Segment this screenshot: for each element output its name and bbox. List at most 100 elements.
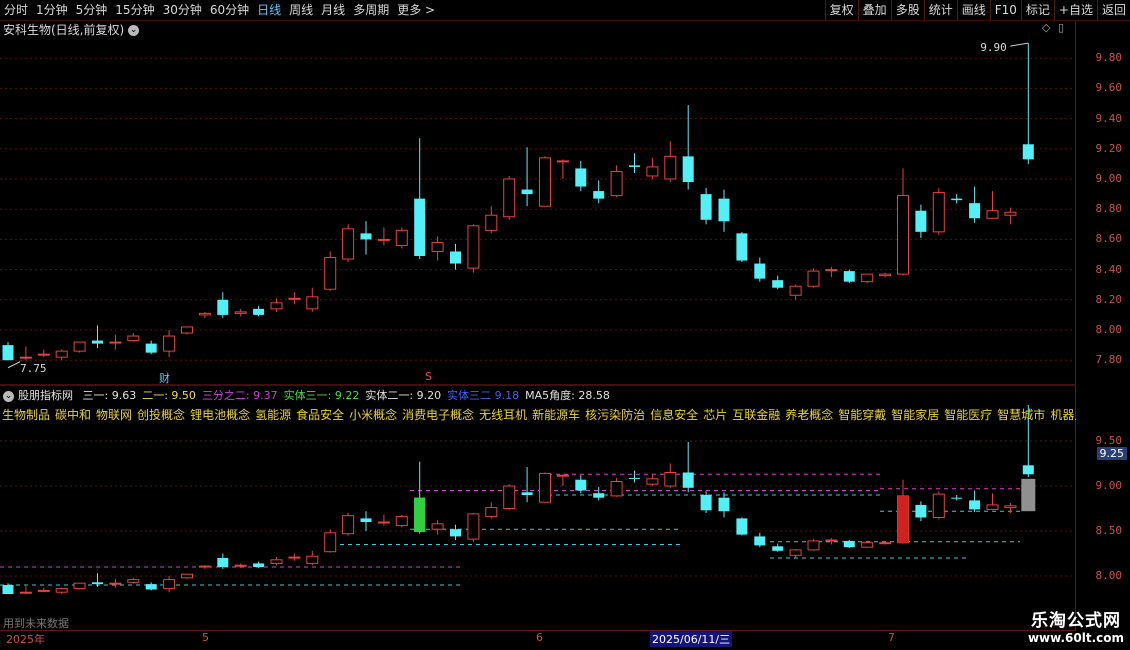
indicator-candle-body	[217, 558, 229, 567]
candle-body	[450, 251, 461, 264]
indicator-number: 9.20	[413, 389, 442, 402]
concept-tag[interactable]: 食品安全	[296, 408, 344, 422]
candle-body	[234, 311, 247, 314]
candle-body	[772, 280, 784, 288]
indicator-value: 三一: 9.63	[83, 389, 137, 402]
indicator-candle-body	[342, 515, 355, 535]
indicator-candle-body	[539, 472, 551, 503]
candle-body	[629, 165, 640, 167]
axis-tick-label: 9.60	[1095, 81, 1123, 95]
candle-body	[1022, 144, 1034, 160]
candle-body	[145, 343, 157, 353]
axis-tick-label: 8.40	[1095, 262, 1123, 276]
crosshair-date: 2025/06/11/三	[650, 631, 733, 647]
date-label: 2025年	[6, 633, 45, 646]
indicator-candle-body	[467, 513, 480, 540]
concept-tag[interactable]: 机器人概念	[1050, 408, 1076, 422]
candle-body	[163, 335, 176, 352]
indicator-candle-body	[772, 546, 784, 551]
date-label: 7	[888, 631, 895, 644]
candle-body	[306, 296, 319, 310]
indicator-label: 实体三一:	[283, 389, 332, 402]
indicator-candle-body	[556, 474, 569, 477]
concept-tag[interactable]: 消费电子概念	[402, 408, 474, 422]
candle-body	[825, 269, 838, 272]
indicator-value: 实体二一: 9.20	[365, 389, 441, 402]
concept-tag[interactable]: 碳中和	[55, 408, 91, 422]
indicator-candle-body	[234, 564, 247, 567]
indicator-candle-body	[360, 518, 372, 522]
axis-tick-label: 8.00	[1095, 569, 1123, 582]
indicator-candle-body	[718, 497, 730, 512]
current-price-tag: 9.25	[1096, 447, 1127, 460]
concept-tag[interactable]: 物联网	[96, 408, 132, 422]
indicator-candle-body	[700, 495, 712, 511]
axis-tick-label: 9.00	[1095, 172, 1123, 185]
candle-body	[2, 345, 14, 361]
date-label: 5	[202, 631, 209, 644]
s-marker[interactable]: S	[425, 370, 432, 383]
concept-tag[interactable]: 信息安全	[650, 408, 698, 422]
indicator-candle-body	[521, 492, 533, 495]
concept-tag[interactable]: 智能穿戴	[838, 408, 886, 422]
candle-body	[324, 257, 337, 290]
candle-body	[342, 228, 355, 260]
indicator-candle-body	[324, 532, 337, 553]
concept-tag[interactable]: 智慧城市	[997, 408, 1045, 422]
candle-body	[503, 178, 516, 218]
indicator-candle-body	[198, 565, 211, 568]
signal-candle-green	[414, 497, 426, 532]
signal-candle-grey	[1021, 478, 1036, 512]
watermark-url: www.60lt.com	[1027, 631, 1124, 645]
candle-body	[431, 241, 444, 252]
chevron-down-icon[interactable]: ⌄	[3, 390, 14, 402]
indicator-values: 三一: 9.63 二一: 9.50 三分之二: 9.37 实体三一: 9.22 实体二一…	[83, 389, 616, 402]
concept-tag[interactable]: 芯片	[703, 408, 727, 422]
indicator-candle-body	[1004, 505, 1017, 509]
candle-body	[73, 341, 86, 352]
toolbar-button[interactable]: 返回	[1096, 0, 1130, 20]
indicator-candle-body	[253, 563, 265, 567]
concept-tag[interactable]: 无线耳机	[479, 408, 527, 422]
indicator-candle-body	[395, 516, 408, 527]
concept-tag[interactable]: 养老概念	[785, 408, 833, 422]
candle-body	[664, 155, 677, 180]
indicator-number: 9.50	[167, 389, 196, 402]
indicator-candle-body	[485, 507, 498, 518]
concept-tag[interactable]: 氢能源	[255, 408, 291, 422]
candle-body	[521, 189, 533, 195]
indicator-candle-body	[646, 478, 659, 485]
candle-body	[879, 273, 892, 277]
axis-tick-label: 9.50	[1095, 434, 1123, 447]
axis-tick-label: 9.20	[1095, 141, 1123, 155]
indicator-candle-body	[575, 479, 587, 491]
candle-body	[700, 194, 712, 220]
finance-marker[interactable]: 财	[159, 370, 170, 386]
indicator-candle-body	[754, 536, 766, 546]
indicator-candle-body	[377, 521, 390, 524]
indicator-candle-body	[306, 555, 319, 564]
kline-chart[interactable]: 9.90 7.75	[0, 0, 1076, 630]
indicator-candle-body	[610, 481, 623, 497]
candle-body	[467, 225, 480, 269]
concept-tag[interactable]: 智能医疗	[944, 408, 992, 422]
indicator-header: ⌄ 股朋指标网 三一: 9.63 二一: 9.50 三分之二: 9.37 实体三一: 9…	[3, 387, 622, 403]
concept-tag[interactable]: 新能源车	[532, 408, 580, 422]
indicator-candle-body	[92, 582, 103, 585]
concept-tag[interactable]: 互联金融	[732, 408, 780, 422]
indicator-candle-body	[825, 539, 838, 542]
concept-tag[interactable]: 核污染防治	[585, 408, 645, 422]
low-price-label: 7.75	[20, 362, 47, 375]
candle-body	[556, 160, 569, 163]
concept-tag[interactable]: 智能家居	[891, 408, 939, 422]
candle-body	[288, 297, 301, 300]
indicator-label: 实体三二	[447, 389, 492, 402]
concept-tag[interactable]: 小米概念	[349, 408, 397, 422]
candle-body	[969, 203, 981, 219]
concept-tag[interactable]: 锂电池概念	[190, 408, 250, 422]
concept-tag[interactable]: 生物制品	[2, 408, 50, 422]
indicator-candle-body	[986, 504, 999, 510]
watermark: 乐淘公式网 www.60lt.com	[1028, 606, 1124, 645]
concept-tag[interactable]: 创投概念	[137, 408, 185, 422]
indicator-candle-body	[450, 529, 461, 537]
